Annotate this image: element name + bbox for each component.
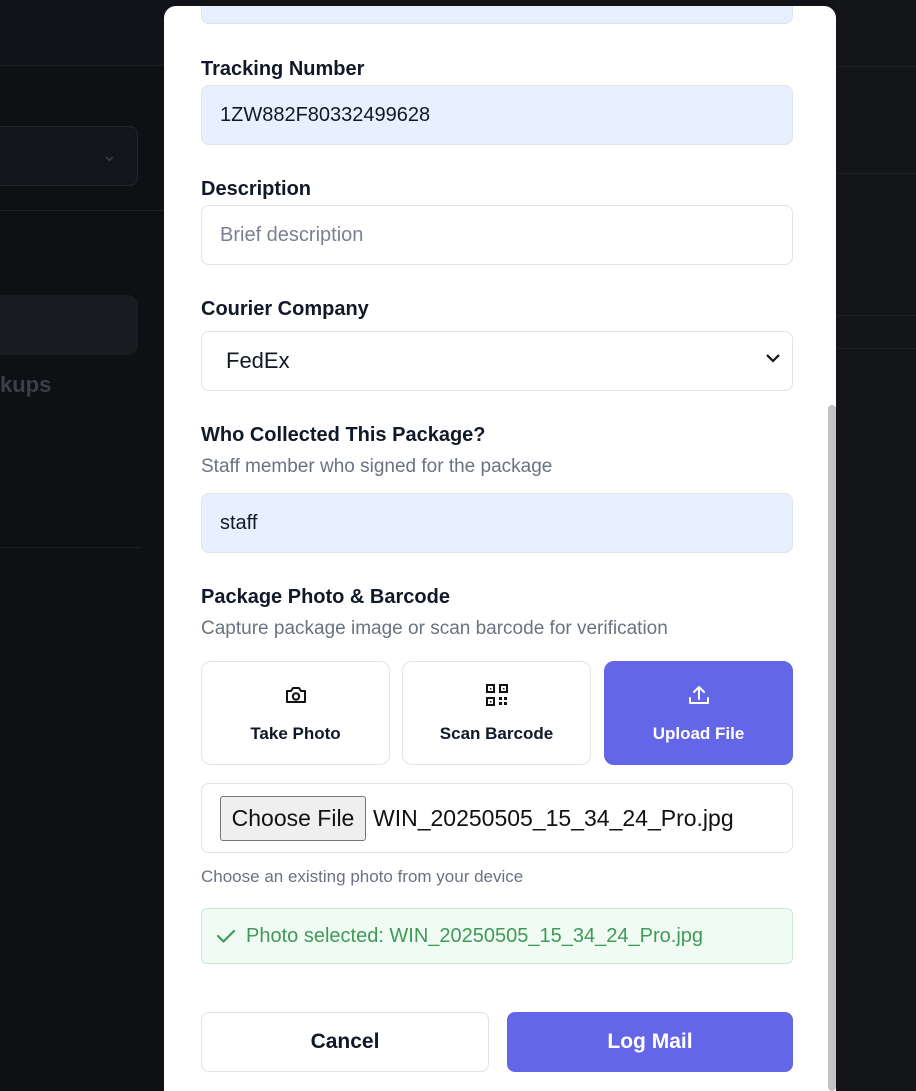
cancel-button[interactable]: Cancel [201, 1012, 489, 1072]
scan-barcode-label: Scan Barcode [439, 724, 554, 743]
photo-selected-alert: Photo selected: WIN_20250505_15_34_24_Pr… [201, 908, 793, 964]
selected-file-name: WIN_20250505_15_34_24_Pro.jpg [373, 804, 734, 831]
courier-company-label: Courier Company [201, 298, 369, 320]
background-partial-label: kups [0, 372, 52, 397]
tracking-number-label: Tracking Number [201, 58, 365, 80]
background-select: ⌄ [0, 126, 138, 186]
tracking-number-value: 1ZW882F80332499628 [220, 103, 431, 126]
qr-code-icon [485, 682, 508, 708]
file-input[interactable]: Choose File WIN_20250505_15_34_24_Pro.jp… [201, 783, 793, 853]
description-input[interactable]: Brief description [201, 205, 793, 265]
chevron-down-icon: ⌄ [101, 145, 117, 165]
file-help-text: Choose an existing photo from your devic… [201, 867, 524, 886]
upload-file-label: Upload File [652, 724, 745, 743]
background-right-panel [836, 0, 916, 1091]
take-photo-label: Take Photo [250, 724, 341, 743]
modal-scrollbar[interactable] [828, 405, 836, 1091]
collected-by-value: staff [220, 511, 258, 534]
courier-company-value: FedEx [226, 348, 290, 373]
courier-company-select[interactable]: FedEx [201, 331, 793, 391]
package-photo-label: Package Photo & Barcode [201, 586, 450, 608]
log-mail-modal: Tracking Number 1ZW882F80332499628 Descr… [164, 6, 836, 1091]
check-icon [216, 928, 236, 944]
upload-file-button[interactable]: Upload File [604, 661, 793, 765]
collected-by-input[interactable]: staff [201, 493, 793, 553]
package-photo-help: Capture package image or scan barcode fo… [201, 618, 668, 639]
collected-by-help: Staff member who signed for the package [201, 456, 553, 477]
scan-barcode-button[interactable]: Scan Barcode [402, 661, 591, 765]
chevron-down-icon [766, 350, 780, 368]
collected-by-label: Who Collected This Package? [201, 424, 486, 446]
background-divider [0, 547, 140, 548]
tracking-number-input[interactable]: 1ZW882F80332499628 [201, 85, 793, 145]
take-photo-button[interactable]: Take Photo [201, 661, 390, 765]
background-nav-pill [0, 295, 138, 355]
background-divider [0, 210, 164, 211]
description-placeholder: Brief description [220, 223, 364, 246]
previous-field-input[interactable] [201, 6, 793, 24]
choose-file-button[interactable]: Choose File [220, 795, 366, 841]
camera-icon [284, 682, 308, 708]
description-label: Description [201, 178, 312, 200]
log-mail-button[interactable]: Log Mail [507, 1012, 793, 1072]
upload-icon [688, 682, 710, 708]
photo-selected-message: Photo selected: WIN_20250505_15_34_24_Pr… [246, 924, 704, 947]
